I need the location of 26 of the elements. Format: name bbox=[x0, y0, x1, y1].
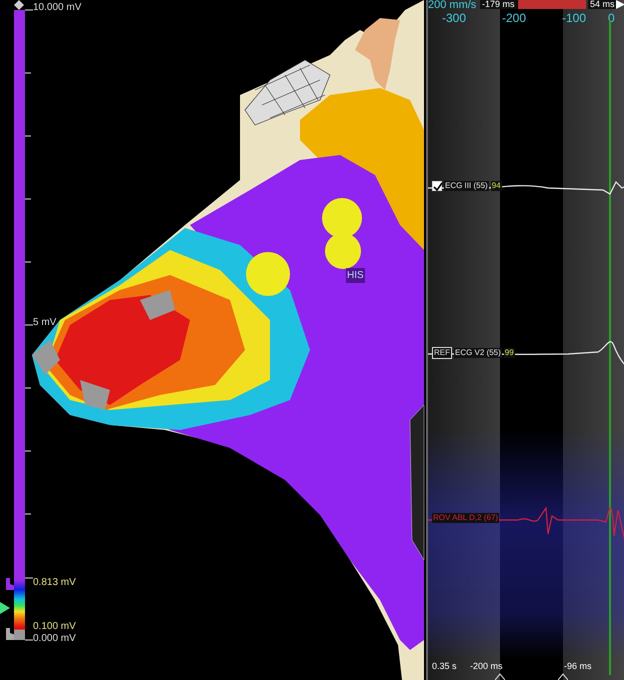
duration-label: 0.35 s bbox=[432, 662, 457, 671]
scale-top-handle-icon[interactable] bbox=[14, 0, 24, 10]
channel-value: 94 bbox=[490, 181, 502, 191]
scale-min-label: 0.000 mV bbox=[33, 634, 76, 644]
upper-threshold-label: 0.813 mV bbox=[33, 578, 76, 588]
level-marker-icon[interactable] bbox=[0, 602, 10, 614]
sweep-speed-label: 200 mm/s bbox=[428, 0, 476, 11]
time-tick-label: -200 bbox=[502, 12, 526, 24]
cursor-time-label: 54 ms bbox=[588, 0, 617, 9]
map-point-label: HIS bbox=[346, 268, 365, 283]
channel-value: 99 bbox=[504, 348, 515, 358]
channel-checkbox[interactable] bbox=[432, 181, 442, 191]
channel-label: ROV ABL D,2 (67) bbox=[432, 513, 500, 523]
scale-max-label: 10.000 mV bbox=[33, 3, 82, 13]
channel-label: ECG V2 (55) bbox=[454, 348, 502, 358]
time-tick-label: -100 bbox=[562, 12, 586, 24]
lower-threshold-label: 0.100 mV bbox=[33, 622, 76, 632]
cursor-time-label: -179 ms bbox=[480, 0, 517, 9]
reference-tag: REF bbox=[432, 347, 452, 359]
window-end-label: -96 ms bbox=[564, 662, 592, 671]
window-handle-icon[interactable] bbox=[495, 673, 505, 680]
window-handle-icon[interactable] bbox=[558, 673, 568, 680]
window-start-label: -200 ms bbox=[470, 662, 503, 671]
scale-mid-label: 5 mV bbox=[33, 318, 56, 328]
time-tick-label: -300 bbox=[442, 12, 466, 24]
channel-label: ECG III (55) bbox=[444, 181, 489, 191]
